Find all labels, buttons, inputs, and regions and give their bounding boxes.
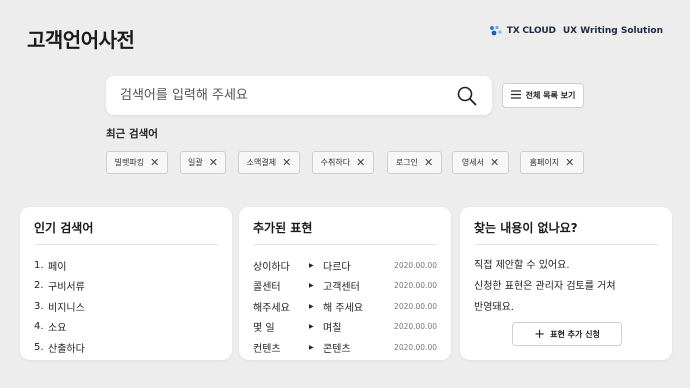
tx-cloud-logo-icon	[489, 25, 503, 37]
chip-label: 로그인	[395, 158, 418, 167]
replacement-expression: 다르다	[323, 261, 351, 273]
page-title: 고객언어사전	[27, 28, 135, 52]
recent-chip[interactable]: 홈페이지 ✕	[520, 151, 584, 174]
close-icon[interactable]: ✕	[282, 157, 291, 168]
replacement-expression: 며칠	[323, 323, 342, 335]
popular-item-label: 페이	[48, 261, 67, 273]
original-expression: 컨텐츠	[253, 343, 281, 355]
rank-number: 4.	[34, 321, 44, 333]
close-icon[interactable]: ✕	[490, 157, 499, 168]
suggest-line: 직접 제안할 수 있어요.	[474, 260, 570, 271]
expression-row[interactable]: 컨텐츠 ▶ 콘텐츠 2020.00.00	[253, 337, 437, 358]
search-input[interactable]	[120, 88, 456, 103]
popular-item[interactable]: 5. 산출하다	[34, 337, 218, 358]
add-expression-label: 표현 추가 신청	[550, 329, 600, 339]
arrow-right-icon: ▶	[309, 282, 314, 290]
search-icon[interactable]	[456, 85, 478, 107]
add-expression-button[interactable]: + 표현 추가 신청	[512, 322, 622, 346]
popular-item[interactable]: 1. 페이	[34, 255, 218, 276]
plus-icon: +	[534, 326, 546, 342]
recent-chip[interactable]: 수취하다 ✕	[312, 151, 374, 174]
original-expression: 상이하다	[253, 261, 290, 273]
close-icon[interactable]: ✕	[150, 157, 159, 168]
added-expressions-title: 추가된 표현	[253, 219, 437, 245]
chip-label: 소액결제	[246, 158, 277, 167]
expression-row[interactable]: 해주세요 ▶ 해 주세요 2020.00.00	[253, 296, 437, 317]
rank-number: 1.	[34, 259, 44, 271]
expression-row[interactable]: 콜센터 ▶ 고객센터 2020.00.00	[253, 276, 437, 297]
suggest-card: 찾는 내용이 없나요? 직접 제안할 수 있어요. 신청한 표현은 관리자 검토…	[460, 207, 672, 360]
list-all-label: 전체 목록 보기	[525, 91, 576, 100]
added-date: 2020.00.00	[394, 260, 437, 270]
recent-chip[interactable]: 일괄 ✕	[180, 151, 226, 174]
replacement-expression: 콘텐츠	[323, 343, 351, 355]
added-expressions-card: 추가된 표현 상이하다 ▶ 다르다 2020.00.00 콜센터 ▶ 고객센터 …	[239, 207, 451, 360]
recent-searches-title: 최근 검색어	[106, 128, 158, 140]
search-box	[106, 76, 492, 115]
arrow-right-icon: ▶	[309, 323, 314, 331]
close-icon[interactable]: ✕	[565, 157, 574, 168]
popular-searches-title: 인기 검색어	[34, 219, 218, 245]
original-expression: 몇 일	[253, 323, 275, 335]
original-expression: 해주세요	[253, 302, 290, 314]
chip-label: 수취하다	[320, 158, 351, 167]
suggest-line: 반영돼요.	[474, 302, 514, 313]
popular-item-label: 소요	[48, 323, 67, 335]
arrow-right-icon: ▶	[309, 302, 314, 310]
chip-label: 빌렛파킹	[114, 158, 145, 167]
recent-chip[interactable]: 빌렛파킹 ✕	[106, 151, 168, 174]
recent-chip[interactable]: 영세서 ✕	[452, 151, 509, 174]
chip-label: 영세서	[461, 158, 484, 167]
expression-row[interactable]: 몇 일 ▶ 며칠 2020.00.00	[253, 317, 437, 338]
suggest-title: 찾는 내용이 없나요?	[474, 219, 658, 245]
added-date: 2020.00.00	[394, 281, 437, 291]
added-date: 2020.00.00	[394, 301, 437, 311]
rank-number: 2.	[34, 280, 44, 292]
chip-label: 일괄	[188, 158, 203, 167]
rank-number: 5.	[34, 341, 44, 353]
rank-number: 3.	[34, 300, 44, 312]
recent-chip[interactable]: 로그인 ✕	[387, 151, 442, 174]
suggest-line: 신청한 표현은 관리자 검토를 거쳐	[474, 281, 616, 292]
added-date: 2020.00.00	[394, 342, 437, 352]
close-icon[interactable]: ✕	[424, 157, 433, 168]
menu-icon	[510, 90, 521, 101]
arrow-right-icon: ▶	[309, 343, 314, 351]
replacement-expression: 해 주세요	[323, 302, 363, 314]
popular-searches-card: 인기 검색어 1. 페이 2. 구비서류 3. 비지니스 4. 소요 5. 산출하다	[20, 207, 232, 360]
replacement-expression: 고객센터	[323, 282, 360, 294]
list-all-button[interactable]: 전체 목록 보기	[502, 83, 584, 108]
brand-logo[interactable]: TX CLOUD UX Writing Solution	[489, 25, 663, 37]
close-icon[interactable]: ✕	[209, 157, 218, 168]
original-expression: 콜센터	[253, 282, 281, 294]
close-icon[interactable]: ✕	[356, 157, 365, 168]
popular-item-label: 구비서류	[48, 282, 85, 294]
brand-name: TX CLOUD	[506, 26, 556, 36]
popular-item-label: 비지니스	[48, 302, 85, 314]
brand-tagline: UX Writing Solution	[562, 26, 663, 36]
recent-chip[interactable]: 소액결제 ✕	[238, 151, 300, 174]
arrow-right-icon: ▶	[309, 261, 314, 269]
added-date: 2020.00.00	[394, 322, 437, 332]
popular-item[interactable]: 3. 비지니스	[34, 296, 218, 317]
popular-item-label: 산출하다	[48, 343, 85, 355]
popular-item[interactable]: 4. 소요	[34, 317, 218, 338]
expression-row[interactable]: 상이하다 ▶ 다르다 2020.00.00	[253, 255, 437, 276]
chip-label: 홈페이지	[529, 158, 560, 167]
popular-item[interactable]: 2. 구비서류	[34, 276, 218, 297]
